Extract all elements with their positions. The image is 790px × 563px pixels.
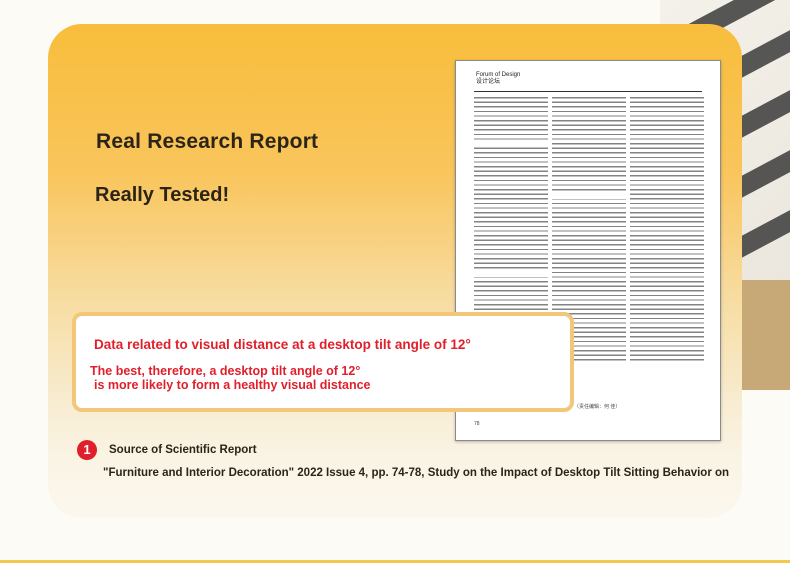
paper-section-label-en: Forum of Design — [476, 72, 521, 78]
paper-section-label-cn: 设计论坛 — [476, 79, 501, 85]
source-label: Source of Scientific Report — [109, 444, 257, 456]
callout-text: The best, therefore, a desktop tilt angl… — [90, 364, 361, 378]
callout-text: is more likely to form a healthy visual … — [94, 378, 371, 392]
page-subtitle: Really Tested! — [95, 184, 230, 206]
highlight-callout: Data related to visual distance at a des… — [72, 312, 574, 412]
paper-paragraph-break — [474, 141, 548, 146]
paper-column-end — [630, 361, 704, 412]
paper-footer: （责任编辑：何 佳） — [574, 404, 621, 410]
paper-paragraph-break — [552, 191, 626, 199]
source-citation: "Furniture and Interior Decoration" 2022… — [103, 467, 730, 479]
paper-paragraph-break — [474, 271, 548, 277]
paper-page-number: 78 — [474, 421, 480, 427]
page-title: Real Research Report — [96, 130, 319, 153]
source-number-badge: 1 — [77, 440, 97, 460]
paper-section-label: Forum of Design 设计论坛 — [476, 72, 520, 86]
paper-header-rule — [474, 91, 702, 92]
callout-heading: Data related to visual distance at a des… — [94, 337, 471, 352]
